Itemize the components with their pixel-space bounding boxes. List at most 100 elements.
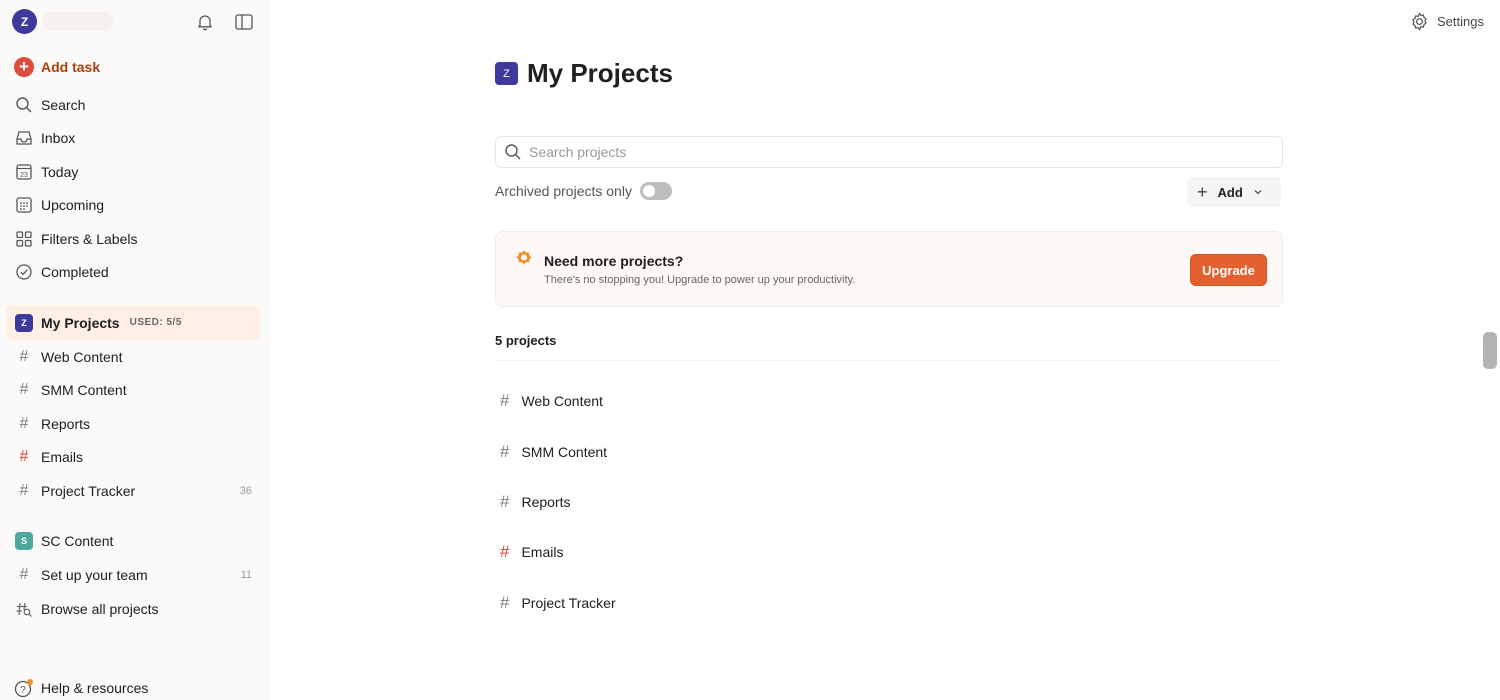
hash-icon: # [500,391,510,411]
project-list: # Web Content # SMM Content # Reports # … [495,376,1281,628]
svg-text:23: 23 [20,172,28,179]
sidebar-item-label: Project Tracker [41,483,136,499]
sidebar-item-label: Web Content [41,349,123,365]
list-item[interactable]: # Web Content [495,376,1281,426]
list-item[interactable]: # Project Tracker [495,578,1281,628]
sidebar-item-project[interactable]: # Project Tracker 36 [6,476,260,506]
sidebar-item-label: My Projects [41,314,120,331]
project-name: Emails [521,544,564,561]
sidebar-item-label: Inbox [41,130,76,146]
archived-toggle[interactable] [639,182,672,200]
add-project-button[interactable]: + Add [1187,177,1281,207]
usage-badge: USED: 5/5 [129,317,182,328]
project-badge: Z [14,313,34,333]
sidebar-header: Z [12,9,260,35]
sidebar-item-project[interactable]: # SMM Content [6,375,260,405]
sidebar-item-today[interactable]: 23 Today [6,157,260,187]
project-name: Web Content [521,393,603,410]
archived-filter: Archived projects only [495,182,672,200]
hash-icon: # [500,441,510,461]
sidebar-item-project[interactable]: # Emails [6,442,260,472]
project-name: Reports [521,493,571,510]
project-search-field[interactable] [495,136,1283,168]
settings-button[interactable]: Settings [1410,12,1484,31]
project-name: Project Tracker [521,594,616,611]
sidebar-item-completed[interactable]: Completed [6,257,260,287]
search-icon [14,95,34,115]
sidebar-item-label: Search [41,97,86,113]
sidebar-item-label: Filters & Labels [41,231,138,247]
sidebar-item-project[interactable]: # Reports [6,409,260,439]
sidebar-item-setup-team[interactable]: # Set up your team 11 [6,560,260,590]
page-header: Z My Projects [495,58,673,89]
inbox-icon [14,128,34,148]
project-badge: Z [495,62,518,85]
upgrade-title: Need more projects? [544,253,684,269]
sidebar-item-team[interactable]: S SC Content [6,526,260,556]
account-name-redacted[interactable] [43,12,113,31]
upgrade-banner: Need more projects? There's no stopping … [495,231,1283,307]
app-window: Z + Add task Search Inbox 23 Today Upcom… [0,0,1500,700]
sidebar-item-label: Upcoming [41,197,105,213]
sidebar-item-label: Reports [41,416,91,432]
sidebar-item-label: Today [41,164,79,180]
help-resources-button[interactable]: ? Help & resources [6,673,260,700]
settings-label: Settings [1437,14,1484,29]
sidebar-item-search[interactable]: Search [6,90,260,120]
sidebar-item-label: Browse all projects [41,601,159,617]
hash-icon: # [19,566,29,583]
filters-grid-icon [14,229,34,249]
search-icon [505,144,521,160]
calendar-upcoming-icon [14,195,34,215]
hash-icon: # [19,415,29,432]
sidebar-item-project[interactable]: # Web Content [6,342,260,372]
sidebar-item-label: SC Content [41,533,114,549]
add-task-button[interactable]: + Add task [6,52,260,82]
sidebar: Z + Add task Search Inbox 23 Today Upcom… [0,0,271,700]
plus-icon: + [1197,181,1208,202]
check-circle-icon [14,262,34,282]
sidebar-item-label: Help & resources [41,680,149,696]
gear-icon [1412,12,1427,31]
sidebar-toggle-icon[interactable] [234,12,254,32]
archived-label: Archived projects only [495,183,632,199]
search-input[interactable] [529,144,1282,160]
help-icon: ? [14,678,34,698]
sidebar-item-label: Completed [41,264,109,280]
sidebar-item-filters-labels[interactable]: Filters & Labels [6,224,260,254]
sidebar-item-upcoming[interactable]: Upcoming [6,190,260,220]
list-item[interactable]: # SMM Content [495,426,1281,476]
project-count: 5 projects [495,333,1281,361]
sidebar-item-label: Emails [41,449,84,465]
hash-icon: # [500,592,510,612]
sidebar-item-inbox[interactable]: Inbox [6,123,260,153]
sidebar-item-my-projects[interactable]: Z My Projects USED: 5/5 [6,305,260,340]
chevron-down-icon [1254,190,1262,195]
calendar-today-icon: 23 [14,162,34,182]
upgrade-button[interactable]: Upgrade [1190,254,1267,286]
hash-icon: # [19,348,29,365]
upgrade-badge-icon [516,250,532,265]
page-title: My Projects [527,58,673,88]
svg-text:?: ? [20,685,26,696]
scrollbar-thumb[interactable] [1483,332,1497,369]
list-item[interactable]: # Emails [495,527,1281,577]
add-task-label: Add task [41,59,101,75]
task-count: 11 [240,569,252,581]
sidebar-item-label: Set up your team [41,567,148,583]
sidebar-item-label: SMM Content [41,382,127,398]
add-label: Add [1217,184,1243,200]
upgrade-subtitle: There's no stopping you! Upgrade to powe… [544,274,856,286]
list-item[interactable]: # Reports [495,477,1281,527]
task-count: 36 [239,485,252,497]
hash-icon: # [500,491,510,511]
hash-icon: # [19,448,29,465]
hash-icon: # [19,482,29,499]
bell-icon[interactable] [195,12,215,32]
project-name: SMM Content [521,443,608,460]
browse-projects-icon [14,599,34,619]
avatar[interactable]: Z [12,9,37,34]
sidebar-item-browse-projects[interactable]: Browse all projects [6,594,260,624]
hash-icon: # [500,542,510,562]
team-badge: S [14,531,34,551]
